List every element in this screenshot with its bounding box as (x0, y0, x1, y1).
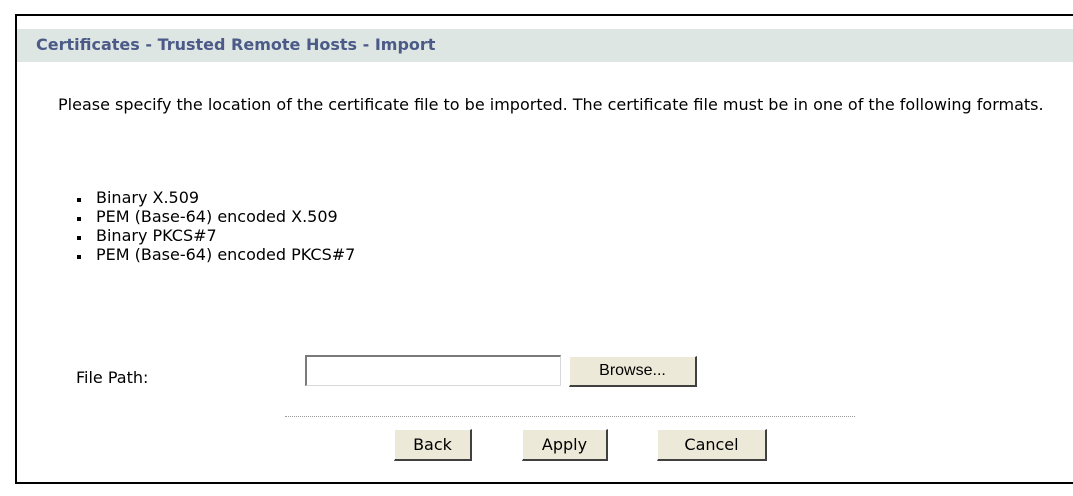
browse-button[interactable]: Browse... (569, 356, 697, 387)
divider (285, 416, 855, 417)
bullet-icon (77, 255, 81, 259)
intro-text: Please specify the location of the certi… (58, 95, 1044, 114)
title-bar: Certificates - Trusted Remote Hosts - Im… (17, 29, 1073, 62)
page-title: Certificates - Trusted Remote Hosts - Im… (36, 35, 436, 54)
bullet-icon (77, 217, 81, 221)
bullet-icon (77, 198, 81, 202)
format-label: PEM (Base-64) encoded X.509 (96, 207, 338, 226)
bullet-icon (77, 236, 81, 240)
format-label: PEM (Base-64) encoded PKCS#7 (96, 245, 356, 264)
format-item: PEM (Base-64) encoded PKCS#7 (75, 245, 355, 264)
format-item: PEM (Base-64) encoded X.509 (75, 207, 355, 226)
file-path-input[interactable] (305, 355, 561, 386)
apply-button[interactable]: Apply (522, 429, 608, 461)
format-list: Binary X.509 PEM (Base-64) encoded X.509… (75, 188, 355, 264)
format-label: Binary X.509 (96, 188, 200, 207)
cancel-button[interactable]: Cancel (657, 429, 767, 461)
back-button[interactable]: Back (394, 429, 472, 461)
import-panel: Certificates - Trusted Remote Hosts - Im… (15, 14, 1073, 484)
file-path-label: File Path: (76, 368, 149, 387)
format-item: Binary X.509 (75, 188, 355, 207)
format-item: Binary PKCS#7 (75, 226, 355, 245)
format-label: Binary PKCS#7 (96, 226, 217, 245)
